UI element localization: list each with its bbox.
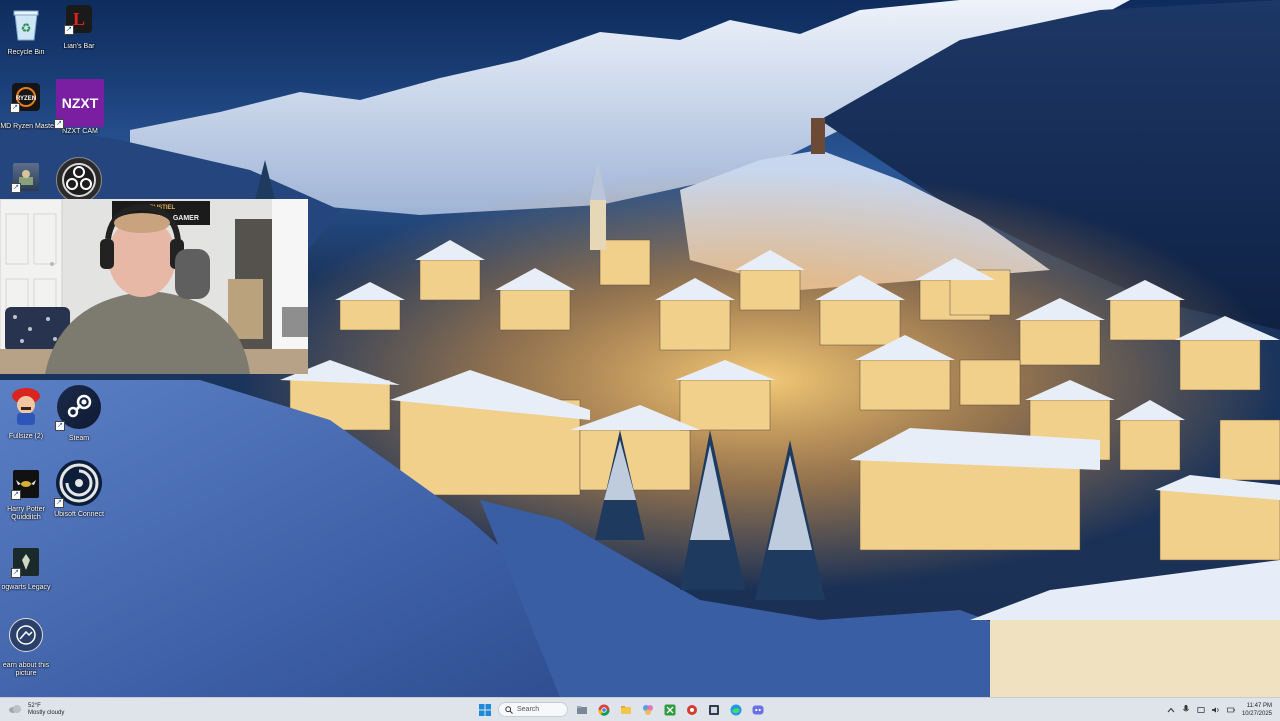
hogwarts-legacy-icon: ↗ — [11, 548, 39, 578]
desktop-icon-nzxt-cam[interactable]: NZXT ↗ NZXT CAM — [47, 79, 113, 136]
battery-icon[interactable] — [1227, 706, 1235, 714]
clock-time: 11:47 PM — [1246, 702, 1272, 709]
harry-potter-quidditch-icon: ↗ — [11, 470, 39, 500]
desktop-icon-steam[interactable]: ↗ Steam — [46, 385, 112, 443]
chevron-up-icon[interactable] — [1167, 706, 1175, 714]
shortcut-arrow-icon: ↗ — [54, 119, 64, 129]
game-thumbnail-icon: ↗ — [11, 163, 39, 193]
search-icon — [505, 701, 513, 719]
folder-icon[interactable] — [617, 701, 634, 718]
desktop-icon-label: earn about this picture — [2, 662, 50, 677]
taskbar-apps: Search — [476, 700, 766, 719]
recycle-bin-icon: ♻ — [6, 5, 46, 45]
learn-about-picture-icon — [9, 618, 43, 652]
obs-studio-icon — [56, 157, 102, 203]
system-tray: 11:47 PM 10/27/2025 — [1167, 699, 1272, 720]
nzxt-glyph: NZXT — [61, 95, 99, 111]
weather-cloud-icon — [8, 701, 22, 719]
taskbar: 52°F Mostly cloudy Search 11:47 PM 10/27… — [0, 697, 1280, 721]
shortcut-arrow-icon: ↗ — [11, 490, 21, 500]
clock-date: 10/27/2025 — [1241, 710, 1272, 717]
mario-icon — [6, 385, 46, 429]
xbox-icon[interactable] — [661, 701, 678, 718]
shortcut-arrow-icon: ↗ — [64, 25, 74, 35]
photos-icon[interactable] — [639, 701, 656, 718]
desktop-icon-obs-studio[interactable] — [46, 157, 112, 203]
desktop-icon-label: Steam — [68, 435, 90, 442]
weather-temp: 52°F — [28, 702, 41, 709]
shortcut-arrow-icon: ↗ — [10, 103, 20, 113]
search-input[interactable]: Search — [498, 702, 568, 717]
chrome-icon[interactable] — [595, 701, 612, 718]
webcam-overlay: GRUSTIEL THE EXTREME GAMER — [0, 199, 308, 374]
weather-widget[interactable]: 52°F Mostly cloudy — [8, 700, 64, 719]
desktop-icon-ubisoft-connect[interactable]: ↗ Ubisoft Connect — [46, 460, 112, 519]
desktop-icon-label: Ubisoft Connect — [54, 511, 104, 518]
volume-icon[interactable] — [1211, 706, 1220, 714]
shortcut-arrow-icon: ↗ — [54, 498, 64, 508]
red-l-icon: L ↗ — [64, 5, 92, 35]
weather-condition: Mostly cloudy — [28, 709, 65, 716]
desktop-icon-lians-bar[interactable]: L ↗ Lian's Bar — [46, 5, 112, 51]
media-icon[interactable] — [705, 701, 722, 718]
shortcut-arrow-icon: ↗ — [11, 183, 21, 193]
microphone-icon[interactable] — [1182, 705, 1190, 714]
ubisoft-connect-icon: ↗ — [54, 460, 102, 508]
shortcut-arrow-icon: ↗ — [11, 568, 21, 578]
nzxt-cam-icon: NZXT ↗ — [54, 79, 104, 129]
steam-icon: ↗ — [55, 385, 101, 431]
svg-text:♻: ♻ — [21, 21, 32, 35]
desktop-icon-learn-about-picture[interactable]: earn about this picture — [0, 618, 59, 678]
file-explorer-icon[interactable] — [573, 701, 590, 718]
desktop-icon-label: Lian's Bar — [63, 43, 95, 50]
ryzen-master-icon: RYZEN ↗ — [10, 83, 40, 113]
shortcut-arrow-icon: ↗ — [55, 421, 65, 431]
desktop-icon-label: NZXT CAM — [62, 128, 98, 135]
discord-icon[interactable] — [749, 701, 766, 718]
search-placeholder: Search — [517, 706, 540, 713]
desktop-icon-label: ogwarts Legacy — [1, 584, 51, 591]
desktop-icon-hogwarts-legacy[interactable]: ↗ ogwarts Legacy — [0, 548, 59, 592]
svg-text:RYZEN: RYZEN — [16, 96, 36, 102]
clock[interactable]: 11:47 PM 10/27/2025 — [1242, 702, 1272, 718]
wifi-icon[interactable] — [1197, 706, 1205, 714]
start-windows-icon[interactable] — [476, 701, 493, 718]
app-red-icon[interactable] — [683, 701, 700, 718]
edge-icon[interactable] — [727, 701, 744, 718]
webcam-scene: GRUSTIEL THE EXTREME GAMER — [0, 199, 308, 374]
